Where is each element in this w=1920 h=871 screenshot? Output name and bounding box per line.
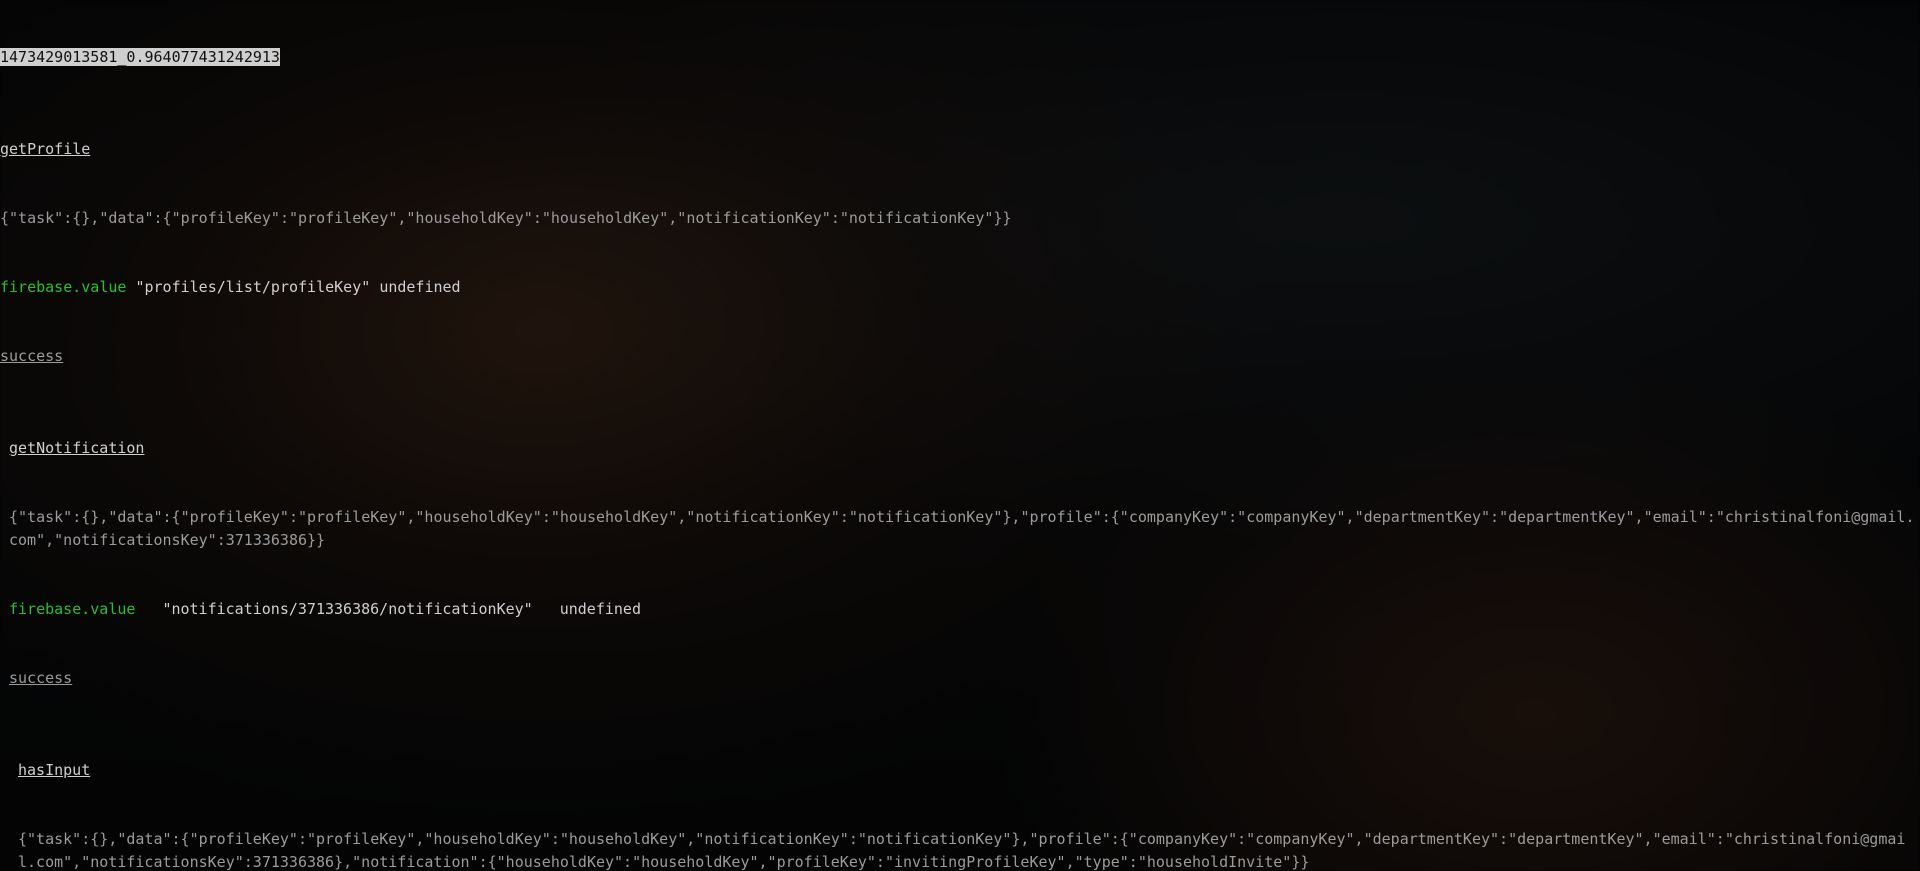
- json-payload: {"task":{},"data":{"profileKey":"profile…: [0, 207, 1920, 230]
- step-getprofile[interactable]: getProfile: [0, 140, 90, 158]
- firebase-value-call: firebase.value: [9, 600, 135, 618]
- status-success[interactable]: success: [9, 669, 72, 687]
- status-success[interactable]: success: [0, 347, 63, 365]
- json-payload: {"task":{},"data":{"profileKey":"profile…: [0, 506, 1920, 552]
- step-hasinput[interactable]: hasInput: [18, 761, 90, 779]
- firebase-path: "notifications/371336386/notificationKey…: [162, 600, 532, 618]
- value-undefined: undefined: [379, 278, 460, 296]
- step-getnotification[interactable]: getNotification: [9, 439, 144, 457]
- firebase-path: "profiles/list/profileKey": [135, 278, 370, 296]
- value-undefined: undefined: [560, 600, 641, 618]
- json-payload: {"task":{},"data":{"profileKey":"profile…: [0, 828, 1920, 871]
- log-header: 1473429013581_0.964077431242913: [0, 48, 280, 66]
- console-log: 1473429013581_0.964077431242913 getProfi…: [0, 0, 1920, 871]
- firebase-value-call: firebase.value: [0, 278, 126, 296]
